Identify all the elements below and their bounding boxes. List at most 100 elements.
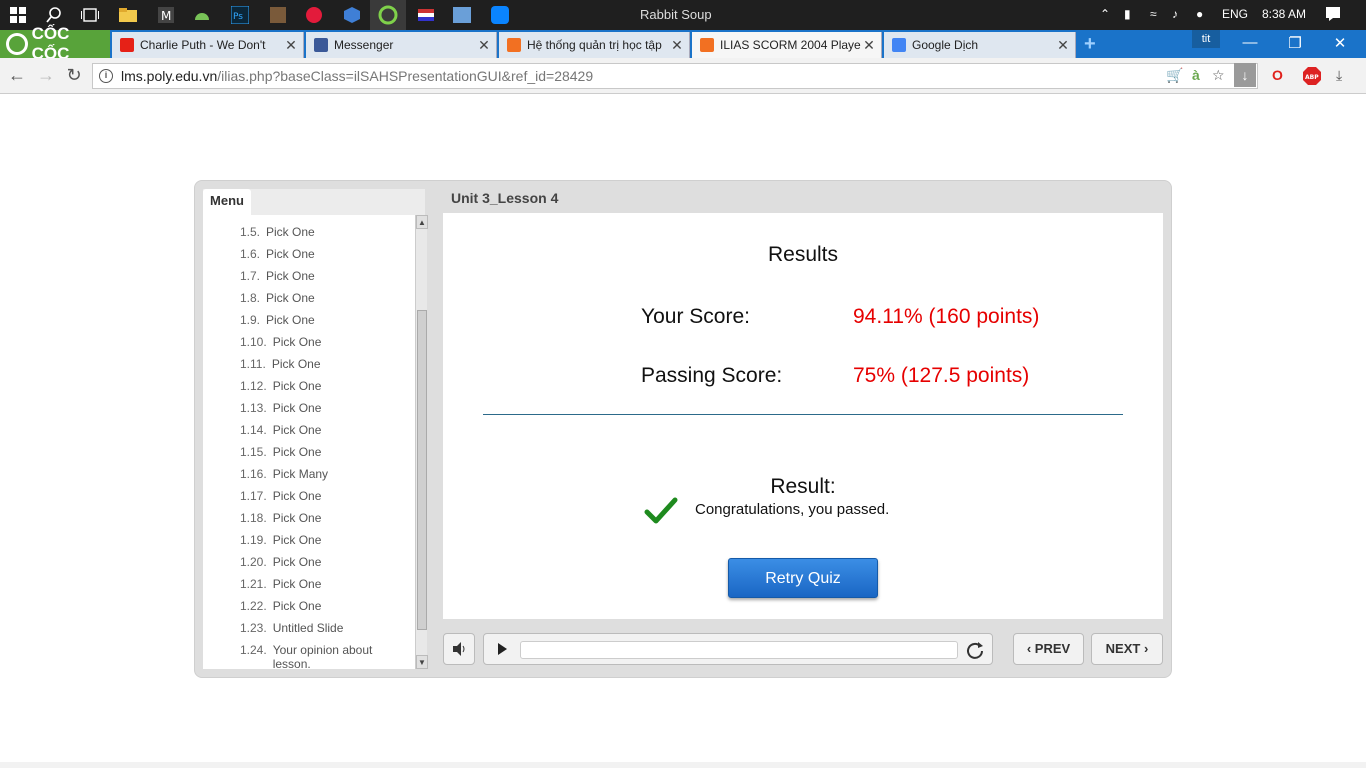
close-tab-icon[interactable]: ✕ xyxy=(861,37,877,54)
menu-item[interactable]: 1.6. Pick One xyxy=(240,247,315,261)
menu-item[interactable]: 1.8. Pick One xyxy=(240,291,315,305)
menu-item[interactable]: 1.21. Pick One xyxy=(240,577,321,591)
browser-tab[interactable]: Messenger ✕ xyxy=(306,32,497,58)
menu-item[interactable]: 1.22. Pick One xyxy=(240,599,321,613)
menu-item[interactable]: 1.9. Pick One xyxy=(240,313,315,327)
menu-tab[interactable]: Menu xyxy=(203,189,251,215)
result-heading: Result: xyxy=(770,475,836,498)
chevron-up-icon[interactable]: ⌃ xyxy=(1100,7,1110,21)
coccoc-taskbar-icon[interactable] xyxy=(370,0,406,30)
menu-item[interactable]: 1.13. Pick One xyxy=(240,401,321,415)
menu-item[interactable]: 1.12. Pick One xyxy=(240,379,321,393)
volume-icon[interactable]: ♪ xyxy=(1172,7,1178,21)
photoshop-icon[interactable]: Ps xyxy=(230,5,250,25)
clock[interactable]: 8:38 AM xyxy=(1262,7,1306,21)
menu-item-label: Pick One xyxy=(266,313,315,327)
notifications-icon[interactable] xyxy=(1326,7,1340,24)
android-studio-icon[interactable] xyxy=(192,5,212,25)
close-window-icon[interactable]: ✕ xyxy=(1330,34,1350,52)
menu-item-label: Pick One xyxy=(272,533,322,547)
restore-icon[interactable]: ❐ xyxy=(1285,34,1305,52)
url-bar[interactable]: i lms.poly.edu.vn/ilias.php?baseClass=il… xyxy=(92,63,1258,89)
close-tab-icon[interactable]: ✕ xyxy=(1055,37,1071,54)
menu-list: 1.5. Pick One 1.6. Pick One 1.7. Pick One 1.8.… xyxy=(203,215,425,669)
menu-item[interactable]: 1.20. Pick One xyxy=(240,555,321,569)
language-indicator[interactable]: ENG xyxy=(1222,7,1248,21)
app-icon[interactable] xyxy=(452,5,472,25)
reload-icon[interactable]: ↻ xyxy=(63,65,85,86)
app-icon[interactable] xyxy=(268,5,288,25)
browser-tab-label: Hệ thống quản trị học tập xyxy=(527,38,662,52)
browser-tab[interactable]: ILIAS SCORM 2004 Player ✕ xyxy=(692,32,882,58)
menu-item[interactable]: 1.18. Pick One xyxy=(240,511,321,525)
menu-item[interactable]: 1.15. Pick One xyxy=(240,445,321,459)
downloads-icon[interactable]: ⤓ xyxy=(1336,67,1342,84)
browser-tab-label: Messenger xyxy=(334,38,394,52)
adblock-icon[interactable]: ABP xyxy=(1303,67,1321,88)
progress-track[interactable] xyxy=(520,641,958,659)
retry-quiz-button[interactable]: Retry Quiz xyxy=(728,558,878,598)
fpt-icon xyxy=(700,38,714,52)
prev-label: PREV xyxy=(1034,641,1071,656)
opera-icon[interactable]: O xyxy=(1272,67,1283,83)
menu-item[interactable]: 1.11. Pick One xyxy=(240,357,321,371)
coccoc-logo[interactable]: CỐC CỐC xyxy=(0,24,110,63)
info-icon[interactable]: i xyxy=(99,69,113,83)
browser-tab[interactable]: Google Dịch ✕ xyxy=(884,32,1076,58)
mute-button[interactable] xyxy=(443,633,475,665)
menu-item-label: Pick One xyxy=(272,577,322,591)
menu-item-label: Pick One xyxy=(272,335,322,349)
menu-scrollbar[interactable]: ▲ ▼ xyxy=(415,215,428,669)
menu-item-number: 1.10. xyxy=(240,335,267,349)
svg-text:M: M xyxy=(161,9,171,23)
download-arrow-icon[interactable]: ↓ xyxy=(1234,63,1256,87)
play-icon[interactable] xyxy=(486,634,516,664)
back-arrow-icon[interactable]: ← xyxy=(6,65,28,86)
menu-item-number: 1.23. xyxy=(240,621,267,635)
minimize-icon[interactable]: — xyxy=(1240,34,1260,51)
youtube-icon xyxy=(120,38,134,52)
menu-item[interactable]: 1.17. Pick One xyxy=(240,489,321,503)
shopping-cart-icon[interactable]: 🛒 xyxy=(1166,67,1183,84)
app-oo-icon[interactable] xyxy=(304,5,324,25)
passing-score-label: Passing Score: xyxy=(641,364,783,387)
vietnamese-input-icon[interactable]: à xyxy=(1192,67,1200,83)
scroll-down-icon[interactable]: ▼ xyxy=(416,655,428,669)
menu-item[interactable]: 1.14. Pick One xyxy=(240,423,321,437)
menu-item[interactable]: 1.7. Pick One xyxy=(240,269,315,283)
profile-badge[interactable]: tit xyxy=(1192,30,1220,48)
close-tab-icon[interactable]: ✕ xyxy=(669,37,685,54)
globe-icon[interactable]: ● xyxy=(1196,7,1203,21)
menu-item[interactable]: 1.10. Pick One xyxy=(240,335,321,349)
search-icon[interactable] xyxy=(44,5,64,25)
menu-item-label: Pick One xyxy=(272,379,322,393)
wifi-icon[interactable]: ≈ xyxy=(1150,7,1157,21)
forward-arrow-icon[interactable]: → xyxy=(35,65,57,86)
menu-item[interactable]: 1.23. Untitled Slide xyxy=(240,621,343,635)
virtualbox-icon[interactable] xyxy=(342,5,362,25)
menu-item[interactable]: 1.16. Pick Many xyxy=(240,467,328,481)
browser-tab[interactable]: Hệ thống quản trị học tập ✕ xyxy=(499,32,690,58)
scroll-thumb[interactable] xyxy=(417,310,427,630)
scroll-up-icon[interactable]: ▲ xyxy=(416,215,428,229)
next-button[interactable]: NEXT › xyxy=(1091,633,1163,665)
prev-button[interactable]: ‹ PREV xyxy=(1013,633,1084,665)
file-explorer-icon[interactable] xyxy=(118,5,138,25)
app-icon[interactable] xyxy=(416,5,436,25)
close-tab-icon[interactable]: ✕ xyxy=(476,37,492,54)
menu-item-number: 1.18. xyxy=(240,511,267,525)
windows-start-icon[interactable] xyxy=(8,5,28,25)
menu-item-number: 1.24. xyxy=(240,643,267,657)
menu-item[interactable]: 1.24. Your opinion about lesson. xyxy=(240,643,393,669)
bookmark-star-icon[interactable]: ☆ xyxy=(1212,67,1225,84)
browser-tab[interactable]: Charlie Puth - We Don't ✕ xyxy=(112,32,304,58)
menu-item[interactable]: 1.5. Pick One xyxy=(240,225,315,239)
close-tab-icon[interactable]: ✕ xyxy=(283,37,299,54)
new-tab-button[interactable]: + xyxy=(1084,33,1096,56)
app-m-icon[interactable]: M xyxy=(156,5,176,25)
task-view-icon[interactable] xyxy=(80,5,100,25)
battery-icon[interactable]: ▮ xyxy=(1124,7,1131,21)
menu-item[interactable]: 1.19. Pick One xyxy=(240,533,321,547)
zalo-icon[interactable] xyxy=(490,5,510,25)
replay-icon[interactable] xyxy=(964,639,986,661)
